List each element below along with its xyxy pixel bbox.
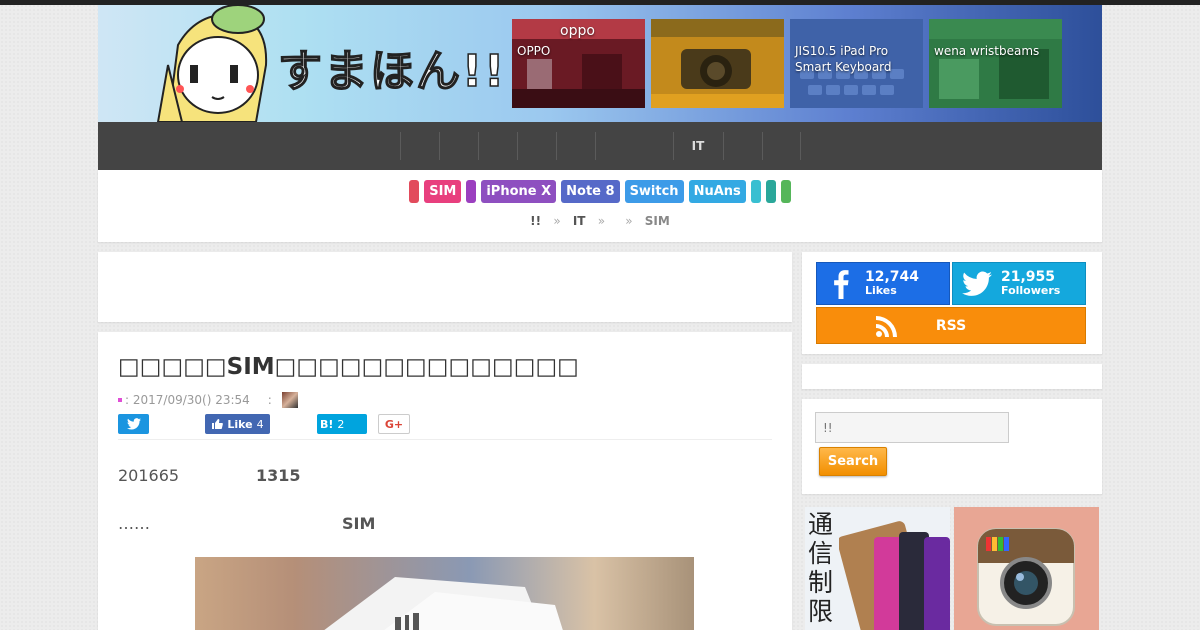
- thumbs-up-icon: [212, 419, 224, 429]
- hatena-count: 2: [337, 417, 345, 431]
- title-sim: SIM: [226, 354, 275, 380]
- tag-pill[interactable]: [765, 180, 776, 203]
- twitter-label: Followers: [1001, 283, 1061, 297]
- thumbnail-wena[interactable]: wena wristbeams: [929, 19, 1062, 108]
- author-label: :: [267, 393, 272, 407]
- rss-label: RSS: [935, 317, 967, 334]
- instagram-icon: [977, 528, 1075, 626]
- banner-data-limit[interactable]: 通信制限: [805, 507, 950, 630]
- article-paragraph: 201665 1315: [118, 466, 301, 485]
- article-image: [195, 557, 694, 630]
- title-glyphs: □□□□□□□□□□□□□□: [274, 354, 579, 380]
- search-widget: Search: [802, 399, 1102, 494]
- paragraph-text: 201665: [118, 466, 180, 485]
- smartphones-illustration: [839, 521, 950, 630]
- twitter-follow-box[interactable]: 21,955 Followers: [952, 262, 1086, 305]
- social-followers: 12,744 Likes 21,955 Followers RSS: [802, 252, 1102, 354]
- breadcrumb-it[interactable]: IT: [573, 214, 586, 228]
- banner-text: 通信制限: [808, 510, 834, 626]
- search-input[interactable]: [815, 412, 1009, 443]
- nav-item[interactable]: [555, 132, 595, 160]
- hatena-icon: B!: [320, 417, 334, 431]
- nav-item-it[interactable]: IT: [672, 132, 723, 160]
- thumbnail-oppo[interactable]: oppo OPPO: [512, 19, 645, 108]
- thumbnail-camera[interactable]: [651, 19, 784, 108]
- breadcrumb: !! » IT » » SIM: [98, 214, 1102, 228]
- breadcrumb-separator: »: [597, 214, 606, 228]
- sidebar-banners: 通信制限: [802, 504, 1102, 630]
- facebook-stats: 12,744 Likes: [865, 270, 919, 298]
- ad-slot: [98, 252, 792, 322]
- rss-subscribe-box[interactable]: RSS: [816, 307, 1086, 344]
- paragraph-sim: SIM: [342, 514, 376, 533]
- nav-item[interactable]: [477, 132, 517, 160]
- tag-pill[interactable]: Switch: [624, 180, 684, 203]
- paragraph-text: ……: [118, 514, 150, 533]
- tag-pill[interactable]: [750, 180, 761, 203]
- tag-pill[interactable]: [409, 180, 420, 203]
- category-marker: [118, 398, 122, 402]
- tag-pill[interactable]: SIM: [424, 180, 462, 203]
- site-logo[interactable]: すまほん!!: [277, 35, 506, 99]
- thumbnail-label: OPPO: [517, 44, 551, 58]
- facebook-like-label: Like: [227, 417, 253, 431]
- nav-item[interactable]: [594, 132, 673, 160]
- share-bar: Like 4 B! 2 G+: [118, 414, 772, 440]
- article-paragraph: …… SIM: [118, 514, 375, 533]
- title-glyphs: □□□□□: [118, 354, 227, 380]
- twitter-stats: 21,955 Followers: [1001, 270, 1060, 298]
- post-date: : 2017/09/30() 23:54: [125, 393, 250, 407]
- nav-item[interactable]: [761, 132, 801, 160]
- thumbnail-ipad-keyboard[interactable]: JIS10.5 iPad Pro Smart Keyboard: [790, 19, 923, 108]
- google-plus-button[interactable]: G+: [378, 414, 410, 434]
- sim-card-photo: [324, 577, 563, 630]
- tag-list: SIM iPhone X Note 8 Switch NuAns: [98, 180, 1102, 203]
- facebook-label: Likes: [865, 283, 897, 297]
- breadcrumb-separator: »: [553, 214, 561, 228]
- google-plus-icon: G+: [384, 417, 404, 431]
- site-header: すまほん!! oppo OPPO JIS10.5 iPad Pro Smart …: [98, 5, 1102, 122]
- search-button[interactable]: Search: [819, 447, 887, 476]
- hatena-bookmark-button[interactable]: B! 2: [317, 414, 367, 434]
- facebook-count: 12,744: [865, 268, 920, 285]
- tag-pill[interactable]: iPhone X: [481, 180, 557, 203]
- twitter-count: 21,955: [1001, 268, 1056, 285]
- breadcrumb-separator: »: [625, 214, 633, 228]
- banner-instagram[interactable]: [954, 507, 1099, 630]
- facebook-like-button[interactable]: Like 4: [205, 414, 270, 434]
- thumbnail-image: [929, 19, 1062, 108]
- tag-pill[interactable]: [466, 180, 477, 203]
- breadcrumb-current: SIM: [644, 214, 670, 228]
- author-avatar[interactable]: [281, 392, 298, 408]
- svg-text:oppo: oppo: [560, 23, 595, 39]
- nav-item[interactable]: [399, 132, 439, 160]
- twitter-share-button[interactable]: [118, 414, 149, 434]
- mascot-illustration: [156, 5, 268, 122]
- facebook-follow-box[interactable]: 12,744 Likes: [816, 262, 950, 305]
- thumbnail-image: oppo: [512, 19, 645, 108]
- nav-item[interactable]: [516, 132, 556, 160]
- tag-pill[interactable]: NuAns: [688, 180, 746, 203]
- twitter-icon: [953, 270, 1001, 297]
- nav-item[interactable]: [438, 132, 478, 160]
- sidebar-ad-slot: [802, 364, 1102, 389]
- paragraph-number: 1315: [256, 466, 301, 485]
- twitter-icon: [126, 418, 141, 430]
- article: □□□□□SIM□□□□□□□□□□□□□□ : 2017/09/30() 23…: [98, 332, 792, 630]
- tag-pill[interactable]: [780, 180, 791, 203]
- facebook-icon: [817, 269, 865, 299]
- main-nav: IT: [98, 122, 1102, 170]
- facebook-like-count: 4: [256, 417, 264, 431]
- thumbnail-label: wena wristbeams: [934, 44, 1040, 58]
- breadcrumb-home[interactable]: !!: [530, 214, 541, 228]
- tag-bar: SIM iPhone X Note 8 Switch NuAns !! » IT » »…: [98, 170, 1102, 242]
- nav-item[interactable]: [722, 132, 762, 160]
- article-meta: : 2017/09/30() 23:54 :: [118, 392, 298, 408]
- article-title: □□□□□SIM□□□□□□□□□□□□□□: [118, 354, 579, 380]
- rss-icon: [875, 314, 899, 338]
- tag-pill[interactable]: Note 8: [561, 180, 620, 203]
- featured-thumbnails: oppo OPPO JIS10.5 iPad Pro Smart Keyboar…: [512, 19, 1062, 108]
- thumbnail-image: [651, 19, 784, 108]
